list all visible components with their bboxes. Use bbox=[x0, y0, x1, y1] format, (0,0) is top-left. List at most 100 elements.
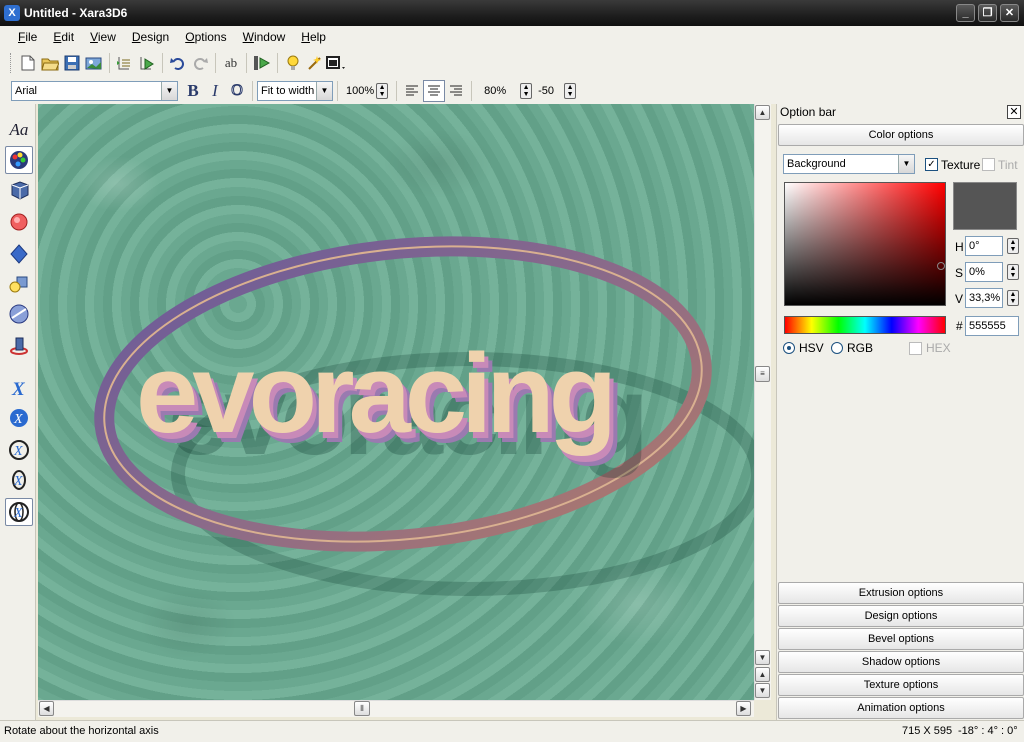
picker-cursor[interactable] bbox=[937, 262, 945, 270]
texture-options-button[interactable]: Texture options bbox=[778, 674, 1024, 696]
saturation-value-picker[interactable] bbox=[784, 182, 946, 306]
align-center-icon[interactable] bbox=[423, 80, 446, 102]
text-style-icon[interactable]: Aa bbox=[5, 116, 33, 144]
bevel-options-button[interactable]: Bevel options bbox=[778, 628, 1024, 650]
export-icon[interactable] bbox=[83, 52, 105, 74]
shadow-icon[interactable] bbox=[5, 240, 33, 268]
bold-button[interactable]: B bbox=[182, 80, 204, 102]
rgb-option[interactable]: RGB bbox=[831, 341, 873, 355]
menu-design[interactable]: Design bbox=[124, 30, 177, 44]
texture-label: Texture bbox=[941, 158, 981, 172]
open-folder-icon[interactable] bbox=[39, 52, 61, 74]
align-right-icon[interactable] bbox=[445, 80, 467, 102]
rotate-z-icon[interactable]: X bbox=[5, 466, 33, 494]
play-design-icon[interactable] bbox=[136, 52, 158, 74]
chevron-down-icon[interactable]: ▼ bbox=[316, 82, 332, 100]
char-spacing-value[interactable]: -50 bbox=[538, 85, 562, 97]
scroll-up-icon[interactable]: ▲ bbox=[755, 105, 770, 120]
menu-options[interactable]: Options bbox=[177, 30, 234, 44]
menu-view[interactable]: View bbox=[82, 30, 124, 44]
page-up-icon[interactable]: ▲ bbox=[755, 667, 770, 682]
restore-button[interactable]: ❐ bbox=[978, 4, 997, 22]
shadow-options-button[interactable]: Shadow options bbox=[778, 651, 1024, 673]
import-design-icon[interactable] bbox=[114, 52, 136, 74]
lighting-icon[interactable] bbox=[5, 270, 33, 298]
svg-text:X: X bbox=[13, 506, 23, 521]
line-spacing-value[interactable]: 80% bbox=[484, 85, 518, 97]
rotate-x-ring-icon[interactable]: X bbox=[5, 404, 33, 432]
value-spinner[interactable]: ▲ ▼ bbox=[1007, 290, 1019, 306]
font-select[interactable]: Arial ▼ bbox=[11, 81, 178, 101]
lightbulb-icon[interactable] bbox=[282, 52, 304, 74]
undo-icon[interactable] bbox=[167, 52, 189, 74]
outline-button[interactable]: O bbox=[226, 80, 248, 102]
new-file-icon[interactable] bbox=[17, 52, 39, 74]
rotate-free-icon[interactable]: X bbox=[5, 498, 33, 526]
design-canvas[interactable]: evoracing evoracing evoracing evoracing bbox=[38, 104, 754, 700]
design-options-button[interactable]: Design options bbox=[778, 605, 1024, 627]
hsv-option[interactable]: HSV bbox=[783, 341, 824, 355]
edit-text-icon[interactable]: ab bbox=[220, 52, 242, 74]
color-options-button[interactable]: Color options bbox=[778, 124, 1024, 146]
rotate-y-icon[interactable]: X bbox=[5, 436, 33, 464]
hue-input[interactable]: 0° bbox=[965, 236, 1003, 256]
toolbar-grip[interactable] bbox=[10, 53, 13, 73]
left-toolbox: Aa X X X X X bbox=[0, 104, 36, 720]
chevron-down-icon[interactable]: ▼ bbox=[161, 82, 177, 100]
scroll-right-icon[interactable]: ▶ bbox=[736, 701, 751, 716]
rgb-radio[interactable] bbox=[831, 342, 843, 354]
horizontal-scrollbar[interactable]: ◀ ⦀ ▶ bbox=[38, 700, 754, 717]
chevron-down-icon[interactable]: ▼ bbox=[898, 155, 914, 173]
scene-3d-text: evoracing bbox=[136, 331, 611, 456]
scroll-down-icon[interactable]: ▼ bbox=[755, 650, 770, 665]
menu-file[interactable]: File bbox=[10, 30, 45, 44]
animation-icon[interactable] bbox=[251, 52, 273, 74]
rotation-angles: -18° : 4° : 0° bbox=[958, 725, 1018, 737]
redo-icon[interactable] bbox=[189, 52, 211, 74]
svg-text:X: X bbox=[13, 412, 23, 427]
color-palette-icon[interactable] bbox=[5, 146, 33, 174]
animation-options-button[interactable]: Animation options bbox=[778, 697, 1024, 719]
rotate-x-icon[interactable]: X bbox=[5, 374, 33, 402]
rotate-object-icon[interactable] bbox=[5, 332, 33, 360]
minimize-button[interactable]: _ bbox=[956, 4, 975, 22]
hex-option: HEX bbox=[909, 341, 951, 355]
window-mode-icon[interactable] bbox=[326, 52, 348, 74]
align-left-icon[interactable] bbox=[401, 80, 423, 102]
saturation-spinner[interactable]: ▲ ▼ bbox=[1007, 264, 1019, 280]
save-icon[interactable] bbox=[61, 52, 83, 74]
scroll-left-icon[interactable]: ◀ bbox=[39, 701, 54, 716]
line-spacing-spinner[interactable]: ▲ ▼ bbox=[520, 83, 533, 99]
saturation-input[interactable]: 0% bbox=[965, 262, 1003, 282]
hex-input[interactable]: 555555 bbox=[965, 316, 1019, 336]
zoom-percent-value[interactable]: 100% bbox=[346, 85, 374, 97]
hscroll-thumb[interactable]: ⦀ bbox=[354, 701, 370, 716]
hue-slider[interactable] bbox=[784, 316, 946, 334]
option-bar-title: Option bar bbox=[780, 105, 837, 119]
page-down-icon[interactable]: ▼ bbox=[755, 683, 770, 698]
hsv-radio[interactable] bbox=[783, 342, 795, 354]
value-input[interactable]: 33,3% bbox=[965, 288, 1003, 308]
close-icon[interactable]: ✕ bbox=[1007, 105, 1021, 119]
texture-checkbox[interactable]: ✓ bbox=[925, 158, 938, 171]
bevel-icon[interactable] bbox=[5, 208, 33, 236]
tint-checkbox bbox=[982, 158, 995, 171]
color-target-select[interactable]: Background ▼ bbox=[783, 154, 915, 174]
vertical-scrollbar[interactable]: ▲ ≡ ▼ ▲ ▼ bbox=[754, 104, 771, 700]
menu-edit[interactable]: Edit bbox=[45, 30, 82, 44]
char-spacing-spinner[interactable]: ▲ ▼ bbox=[564, 83, 577, 99]
h-label: H bbox=[955, 240, 964, 254]
italic-button[interactable]: I bbox=[204, 80, 226, 102]
extrusion-icon[interactable] bbox=[5, 176, 33, 204]
status-bar: Rotate about the horizontal axis 715 X 5… bbox=[0, 720, 1024, 742]
menu-help[interactable]: Help bbox=[293, 30, 334, 44]
zoom-spinner[interactable]: ▲ ▼ bbox=[376, 83, 389, 99]
zoom-mode-select[interactable]: Fit to width ▼ bbox=[257, 81, 333, 101]
hue-spinner[interactable]: ▲ ▼ bbox=[1007, 238, 1019, 254]
scroll-thumb[interactable]: ≡ bbox=[755, 366, 770, 382]
extrusion-options-button[interactable]: Extrusion options bbox=[778, 582, 1024, 604]
lights-wizard-icon[interactable] bbox=[304, 52, 326, 74]
close-button[interactable]: ✕ bbox=[1000, 4, 1019, 22]
menu-window[interactable]: Window bbox=[235, 30, 294, 44]
texture-icon[interactable] bbox=[5, 300, 33, 328]
